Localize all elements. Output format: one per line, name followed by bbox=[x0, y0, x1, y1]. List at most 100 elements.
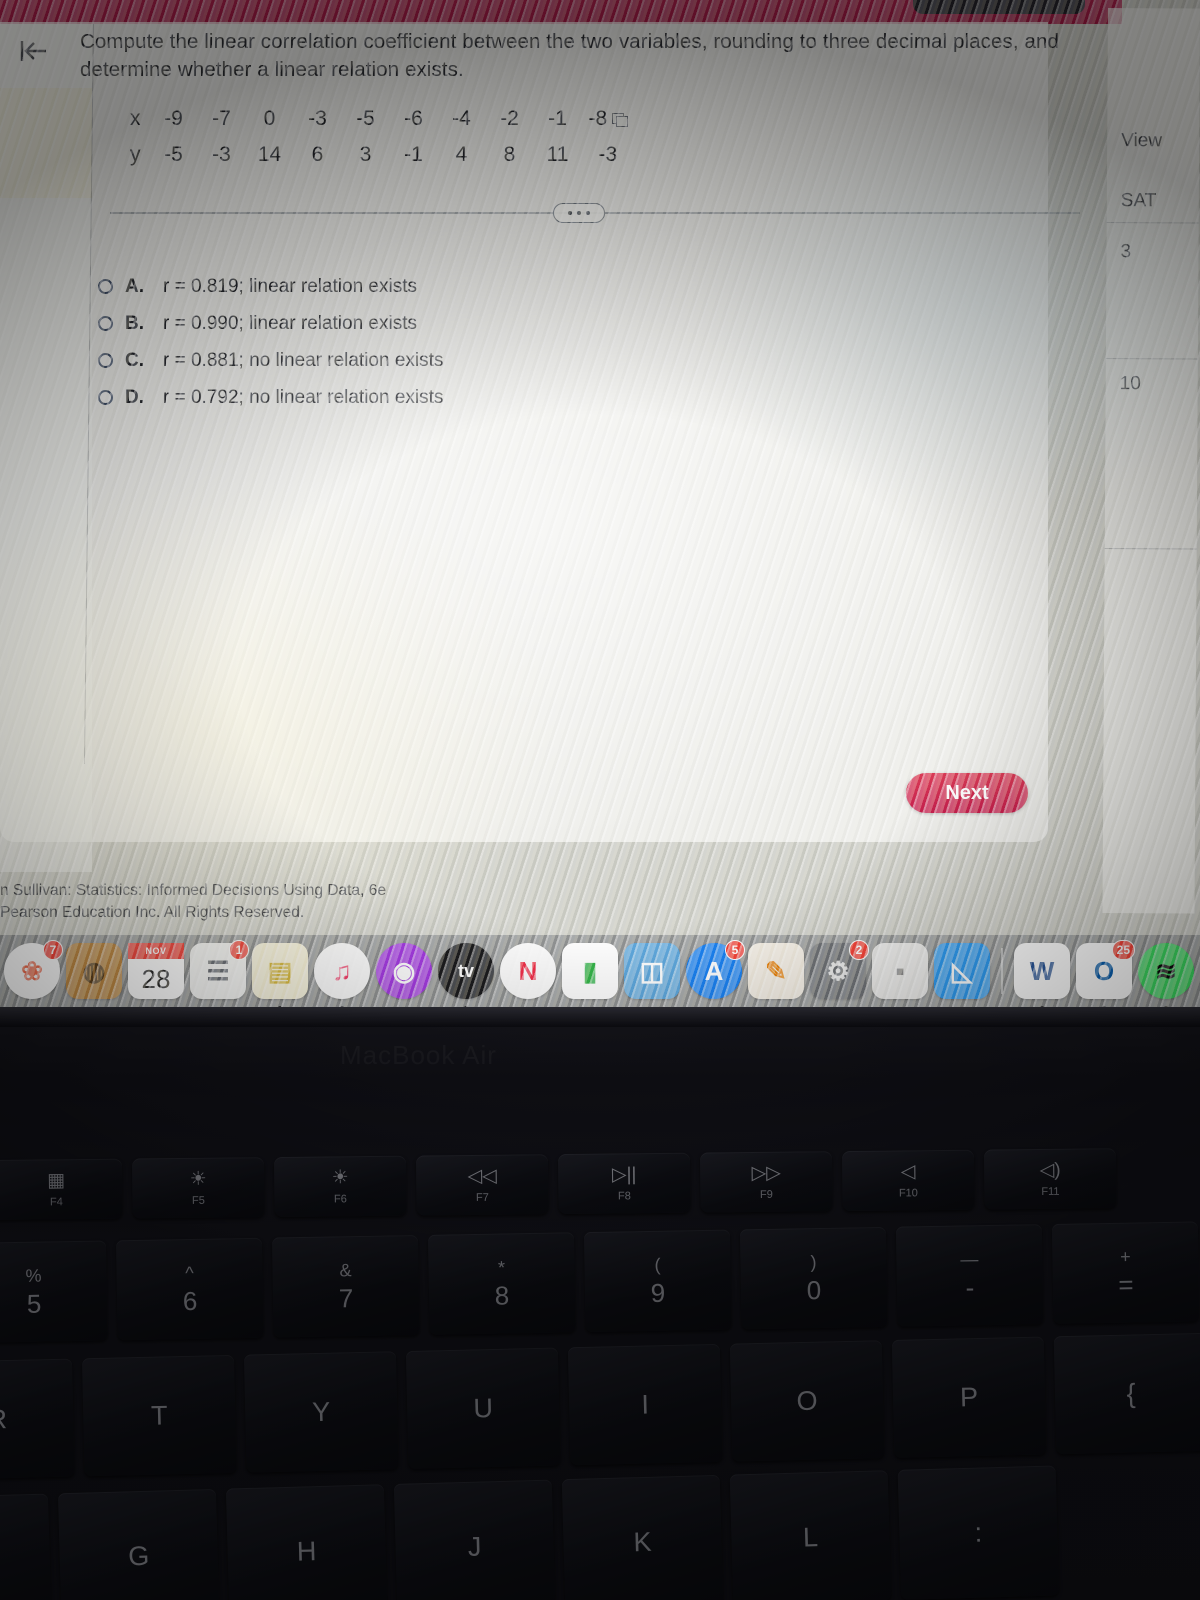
dock-item-roblox[interactable]: ▪ bbox=[872, 943, 928, 999]
key-base-glyph: U bbox=[473, 1392, 494, 1423]
key-f8[interactable]: ▷|| F8 bbox=[557, 1152, 691, 1215]
right-view-label[interactable]: View bbox=[1121, 130, 1162, 152]
dock-item-numbers[interactable]: ▮ bbox=[562, 943, 618, 999]
key-f6[interactable]: ☀ F6 bbox=[273, 1155, 407, 1218]
key-glyph: ▷▷ bbox=[751, 1162, 781, 1184]
dock-item-calendar[interactable]: NOV 28 bbox=[128, 943, 184, 999]
dock-badge-system-preferences: 2 bbox=[849, 940, 869, 960]
key--[interactable]: — - bbox=[895, 1224, 1044, 1327]
question-prompt: Compute the linear correlation coefficie… bbox=[80, 30, 1059, 81]
cell-x-6: -4 bbox=[452, 107, 471, 130]
option-b[interactable]: B. r = 0.990; linear relation exists bbox=[98, 305, 443, 342]
key-base-glyph: P bbox=[959, 1381, 979, 1412]
key-p[interactable]: P bbox=[891, 1336, 1047, 1458]
dock-item-system-preferences[interactable]: ⚙ 2 bbox=[810, 940, 869, 999]
laptop-screen: Compute the linear correlation coefficie… bbox=[0, 0, 1200, 1010]
option-a-text: r = 0.819; linear relation exists bbox=[163, 275, 417, 297]
right-date-1[interactable]: 3 bbox=[1120, 241, 1131, 263]
key-label: F7 bbox=[475, 1191, 489, 1204]
key-7[interactable]: & 7 bbox=[271, 1235, 420, 1338]
dock-item-apple-tv[interactable]: tv bbox=[438, 943, 494, 1010]
key-8[interactable]: * 8 bbox=[427, 1232, 576, 1335]
dock-item-notes[interactable]: ▤ bbox=[252, 943, 308, 1010]
cell-x-1: -7 bbox=[212, 107, 231, 130]
ellipsis-expand-icon[interactable] bbox=[553, 203, 605, 223]
cell-y-0: -5 bbox=[164, 143, 183, 166]
right-row-divider-3 bbox=[1104, 547, 1197, 550]
back-to-start-icon[interactable] bbox=[8, 30, 60, 72]
dock-item-reminders[interactable]: ☰ 1 bbox=[190, 940, 249, 999]
key-9[interactable]: (9 bbox=[583, 1229, 732, 1333]
option-c[interactable]: C. r = 0.881; no linear relation exists bbox=[98, 342, 443, 379]
key-o[interactable]: O bbox=[729, 1340, 885, 1462]
cell-x-0: -9 bbox=[164, 107, 183, 130]
option-a[interactable]: A. r = 0.819; linear relation exists bbox=[98, 268, 443, 305]
key-base-glyph: T bbox=[150, 1399, 168, 1431]
key-f11[interactable]: ◁) F11 bbox=[983, 1148, 1117, 1210]
key-i[interactable]: I bbox=[567, 1343, 723, 1466]
key-f5[interactable]: ☀ F5 bbox=[131, 1157, 265, 1219]
key-6[interactable]: ^ 6 bbox=[115, 1237, 264, 1341]
key-y[interactable]: Y bbox=[243, 1351, 399, 1473]
radio-icon-d[interactable] bbox=[98, 390, 113, 405]
header-dark-tab bbox=[913, 0, 1085, 14]
dock-badge-app-store: 5 bbox=[725, 940, 745, 960]
cell-y-3: 6 bbox=[311, 143, 324, 166]
option-d[interactable]: D. r = 0.792; no linear relation exists bbox=[98, 379, 443, 416]
cell-y-5: -1 bbox=[404, 143, 423, 166]
key-l[interactable]: L bbox=[729, 1470, 892, 1600]
key-base-glyph: K bbox=[633, 1526, 652, 1557]
dock-item-contacts[interactable]: ◍ bbox=[66, 943, 122, 999]
key-base-glyph: 7 bbox=[338, 1283, 354, 1314]
next-button[interactable]: Next bbox=[906, 773, 1028, 813]
dock-item-music[interactable]: ♫ bbox=[314, 943, 370, 1010]
dock-separator bbox=[1001, 948, 1003, 994]
dock-item-outlook[interactable]: O 25 bbox=[1076, 940, 1135, 1010]
row-label-x: x bbox=[130, 107, 141, 130]
dock-item-podcasts[interactable]: ◉ bbox=[376, 943, 432, 999]
right-date-2[interactable]: 10 bbox=[1120, 373, 1141, 395]
key-g[interactable]: G bbox=[57, 1488, 220, 1600]
key-u[interactable]: U bbox=[405, 1347, 561, 1469]
photos-icon: ❀ bbox=[21, 955, 43, 986]
key-:[interactable]: : bbox=[897, 1465, 1060, 1600]
screenshot-root: Compute the linear correlation coefficie… bbox=[0, 0, 1200, 1600]
option-c-letter: C. bbox=[125, 349, 144, 371]
copy-icon[interactable] bbox=[612, 112, 629, 127]
dock-item-pages[interactable]: ✎ bbox=[748, 943, 804, 999]
key-glyph: ☀ bbox=[189, 1168, 207, 1190]
option-c-text: r = 0.881; no linear relation exists bbox=[163, 349, 444, 371]
dock-item-app-store[interactable]: A5 bbox=[686, 940, 745, 999]
dock-item-keynote[interactable]: ◫ bbox=[624, 943, 680, 999]
dock-item-photos[interactable]: ❀ 7 bbox=[4, 940, 63, 999]
key-f4[interactable]: ▦ F4 bbox=[0, 1158, 123, 1220]
dock-item-preview[interactable]: ◺ bbox=[934, 943, 990, 999]
key-r[interactable]: R bbox=[0, 1358, 75, 1480]
key-f10[interactable]: ◁ F10 bbox=[841, 1149, 975, 1212]
radio-icon-a[interactable] bbox=[98, 279, 113, 294]
key-label: F6 bbox=[333, 1192, 347, 1205]
key-j[interactable]: J bbox=[393, 1479, 556, 1600]
pages-icon: ✎ bbox=[765, 955, 787, 986]
key-t[interactable]: T bbox=[81, 1354, 237, 1477]
key-k[interactable]: K bbox=[561, 1474, 724, 1600]
key-glyph: ◁) bbox=[1039, 1159, 1061, 1181]
radio-icon-b[interactable] bbox=[98, 316, 113, 331]
key-label: F4 bbox=[49, 1195, 63, 1208]
key-0[interactable]: ) 0 bbox=[739, 1226, 888, 1330]
key-h[interactable]: H bbox=[225, 1484, 388, 1600]
key-=[interactable]: + = bbox=[1051, 1221, 1200, 1324]
option-d-letter: D. bbox=[125, 386, 144, 408]
key-base-glyph: 0 bbox=[806, 1274, 822, 1306]
key-base-glyph: 8 bbox=[494, 1280, 510, 1311]
radio-icon-c[interactable] bbox=[98, 353, 113, 368]
key-{[interactable]: { bbox=[1053, 1332, 1200, 1455]
key-f7[interactable]: ◁◁ F7 bbox=[415, 1154, 549, 1216]
key-f9[interactable]: ▷▷ F9 bbox=[699, 1151, 833, 1213]
key-5[interactable]: % 5 bbox=[0, 1240, 108, 1343]
dock-item-word[interactable]: W bbox=[1014, 943, 1070, 1010]
key-f[interactable]: F bbox=[0, 1493, 52, 1600]
dock-item-spotify[interactable]: ≋ bbox=[1138, 943, 1194, 1010]
key-shift-glyph: ^ bbox=[185, 1262, 194, 1284]
dock-item-news[interactable]: N bbox=[500, 943, 556, 999]
